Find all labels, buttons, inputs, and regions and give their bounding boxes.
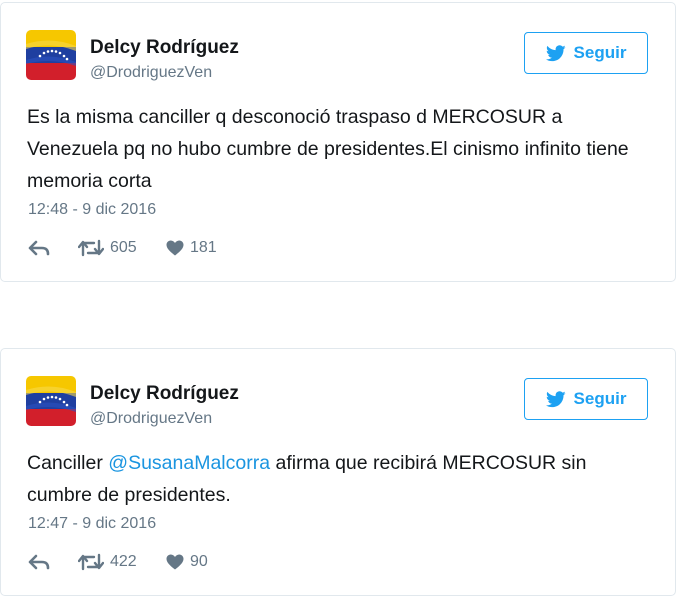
tweet-card: Delcy Rodríguez @DrodriguezVen Seguir Ca…: [0, 348, 676, 596]
follow-button-label: Seguir: [573, 389, 627, 408]
tweet-timestamp[interactable]: 12:47 - 9 dic 2016: [28, 515, 156, 533]
tweet-actions: 422 90: [28, 553, 208, 571]
follow-button[interactable]: Seguir: [524, 378, 648, 420]
reply-icon: [28, 240, 50, 256]
author-handle[interactable]: @DrodriguezVen: [90, 410, 212, 428]
author-handle[interactable]: @DrodriguezVen: [90, 64, 212, 82]
tweet-text: Es la misma canciller q desconoció trasp…: [27, 106, 629, 192]
twitter-bird-icon: [545, 390, 566, 407]
tweet-card: Delcy Rodríguez @DrodriguezVen Seguir Es…: [0, 2, 676, 282]
reply-button[interactable]: [28, 240, 78, 256]
tweet-timestamp[interactable]: 12:48 - 9 dic 2016: [28, 201, 156, 219]
retweet-icon: [78, 553, 104, 571]
like-button[interactable]: 90: [166, 553, 208, 571]
tweet-text: Canciller @SusanaMalcorra afirma que rec…: [27, 447, 652, 511]
follow-button-label: Seguir: [573, 43, 627, 62]
reply-button[interactable]: [28, 554, 78, 570]
heart-icon: [166, 240, 184, 256]
tweet-text-before: Canciller: [27, 452, 109, 474]
retweet-count: 605: [110, 239, 137, 256]
avatar[interactable]: [26, 376, 76, 426]
like-button[interactable]: 181: [166, 239, 217, 257]
heart-icon: [166, 554, 184, 570]
venezuela-flag-icon: [26, 30, 76, 80]
mention-link[interactable]: @SusanaMalcorra: [108, 452, 270, 474]
avatar[interactable]: [26, 30, 76, 80]
retweet-button[interactable]: 422: [78, 553, 166, 571]
tweet-actions: 605 181: [28, 239, 217, 257]
like-count: 90: [190, 553, 208, 570]
retweet-count: 422: [110, 553, 137, 570]
author-name[interactable]: Delcy Rodríguez: [90, 37, 239, 59]
author-name[interactable]: Delcy Rodríguez: [90, 383, 239, 405]
retweet-button[interactable]: 605: [78, 239, 166, 257]
twitter-bird-icon: [545, 44, 566, 61]
follow-button[interactable]: Seguir: [524, 32, 648, 74]
like-count: 181: [190, 239, 217, 256]
venezuela-flag-icon: [26, 376, 76, 426]
retweet-icon: [78, 239, 104, 257]
reply-icon: [28, 554, 50, 570]
